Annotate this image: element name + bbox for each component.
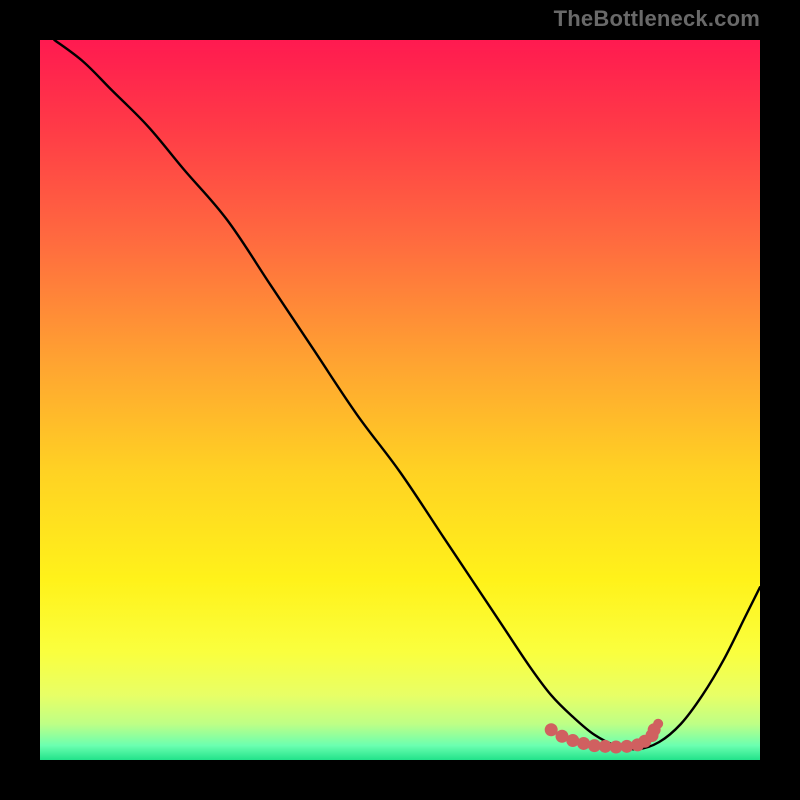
plot-area <box>40 40 760 760</box>
watermark-label: TheBottleneck.com <box>554 6 760 32</box>
chart-container: TheBottleneck.com <box>0 0 800 800</box>
marker-dot-end <box>653 719 663 729</box>
chart-svg <box>40 40 760 760</box>
marker-dot <box>577 737 590 750</box>
marker-dot <box>545 723 558 736</box>
bottleneck-curve <box>54 40 760 749</box>
